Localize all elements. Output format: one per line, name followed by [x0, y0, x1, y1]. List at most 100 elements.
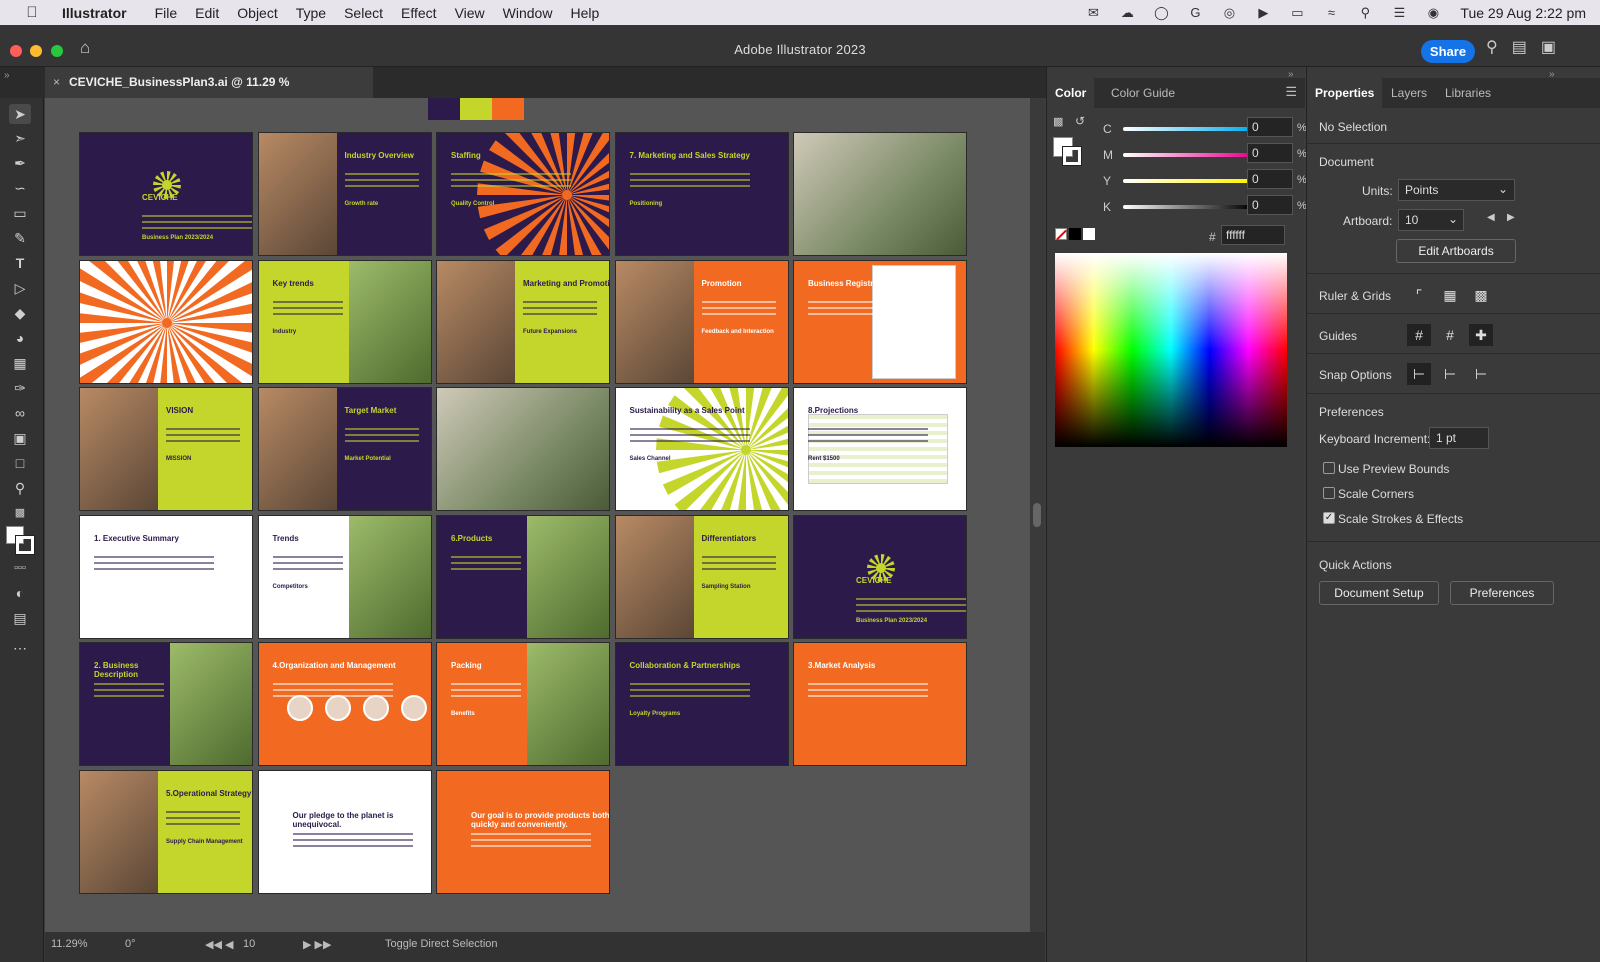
- color-stroke-swatch[interactable]: [1062, 146, 1082, 166]
- preferences-button[interactable]: Preferences: [1450, 581, 1554, 605]
- artboard-7[interactable]: Key trends Industry: [257, 259, 432, 384]
- apple-menu-icon[interactable]: : [22, 4, 42, 21]
- arrange-documents-icon[interactable]: ▤: [1512, 37, 1527, 57]
- tab-properties[interactable]: Properties: [1307, 78, 1383, 108]
- artboard-6[interactable]: [79, 259, 253, 384]
- curvature-tool-icon[interactable]: ∽: [9, 178, 31, 198]
- smart-guides-icon[interactable]: ✚: [1469, 324, 1493, 346]
- artboard-14[interactable]: Sustainability as a Sales Point Sales Cha…: [614, 387, 789, 511]
- reflect-tool-icon[interactable]: ▷: [9, 278, 31, 298]
- artboard-12[interactable]: Target Market Market Potential: [257, 387, 432, 511]
- artboard-17[interactable]: Trends Competitors: [257, 514, 432, 639]
- more-tools-icon[interactable]: ⋯: [9, 638, 31, 658]
- keyboard-increment-input[interactable]: 1 pt: [1429, 427, 1489, 449]
- lock-guides-icon[interactable]: #: [1438, 324, 1462, 346]
- artboard-22[interactable]: 4.Organization and Management: [257, 642, 432, 766]
- screen-mode-icon[interactable]: ▤: [9, 608, 31, 628]
- google-icon[interactable]: G: [1178, 5, 1212, 20]
- eyedropper-tool-icon[interactable]: ✑: [9, 378, 31, 398]
- tab-color[interactable]: Color: [1047, 78, 1095, 108]
- menu-view[interactable]: View: [455, 5, 485, 21]
- menu-help[interactable]: Help: [570, 5, 599, 21]
- black-value[interactable]: 0: [1247, 195, 1293, 215]
- airdrop-icon[interactable]: ◎: [1212, 5, 1246, 21]
- outlook-icon[interactable]: ✉: [1076, 5, 1110, 21]
- document-tab[interactable]: × CEVICHE_BusinessPlan3.ai @ 11.29 % (CM…: [45, 67, 373, 120]
- tab-layers[interactable]: Layers: [1383, 78, 1435, 108]
- wifi-icon[interactable]: ≈: [1314, 5, 1348, 20]
- menu-object[interactable]: Object: [237, 5, 277, 21]
- zoom-level[interactable]: 11.29%: [51, 938, 88, 950]
- close-tab-icon[interactable]: ×: [53, 67, 60, 98]
- menu-type[interactable]: Type: [296, 5, 326, 21]
- artboard-5[interactable]: [793, 132, 967, 256]
- collapse-panels-icon[interactable]: »: [1549, 69, 1555, 80]
- white-swatch[interactable]: [1083, 228, 1095, 240]
- share-button[interactable]: Share: [1421, 40, 1475, 63]
- rotate-view-angle[interactable]: 0°: [125, 938, 136, 950]
- menu-effect[interactable]: Effect: [401, 5, 437, 21]
- artboard-19[interactable]: Differentiators Sampling Station: [614, 514, 789, 639]
- clock[interactable]: Tue 29 Aug 2:22 pm: [1460, 5, 1586, 21]
- menu-window[interactable]: Window: [503, 5, 553, 21]
- siri-icon[interactable]: ◉: [1416, 5, 1450, 21]
- artboard-23[interactable]: Packing Benefits: [436, 642, 610, 766]
- snap-to-point-icon[interactable]: ⊢: [1407, 363, 1431, 385]
- scroll-thumb[interactable]: [1033, 503, 1041, 527]
- selection-tool-icon[interactable]: ➤: [9, 104, 31, 124]
- tab-color-guide[interactable]: Color Guide: [1103, 78, 1183, 108]
- menu-edit[interactable]: Edit: [195, 5, 219, 21]
- direct-selection-tool-icon[interactable]: ➣: [9, 128, 31, 148]
- magenta-value[interactable]: 0: [1247, 143, 1293, 163]
- snap-to-pixel-icon[interactable]: ⊢: [1438, 363, 1462, 385]
- artboard-next-icon[interactable]: ▶ ▶▶: [303, 938, 331, 951]
- scale-strokes-checkbox[interactable]: ✓: [1323, 512, 1335, 524]
- use-preview-bounds-checkbox[interactable]: [1323, 462, 1335, 474]
- snap-to-glyph-icon[interactable]: ⊢: [1469, 363, 1493, 385]
- artboard-4[interactable]: 7. Marketing and Sales Strategy Positioni…: [614, 132, 789, 256]
- artboard-tool-icon[interactable]: □: [9, 453, 31, 473]
- none-swatch[interactable]: [1055, 228, 1067, 241]
- artboard-21[interactable]: 2. Business Description: [79, 642, 253, 766]
- artboard-2[interactable]: Industry Overview Growth rate: [257, 132, 432, 256]
- document-setup-button[interactable]: Document Setup: [1319, 581, 1439, 605]
- width-tool-icon[interactable]: ◕: [9, 328, 31, 348]
- menu-file[interactable]: File: [155, 5, 178, 21]
- battery-icon[interactable]: ▭: [1280, 5, 1314, 21]
- artboard-8[interactable]: Marketing and Promotion Future Expansions: [436, 259, 610, 384]
- default-colors-icon[interactable]: ▩: [1053, 115, 1063, 128]
- transparency-grid-icon[interactable]: ▩: [1469, 284, 1493, 306]
- artboard-1[interactable]: CEVICHE Business Plan 2023/2024: [79, 132, 253, 256]
- artboard-3[interactable]: Staffing Quality Control: [436, 132, 610, 256]
- pen-tool-icon[interactable]: ✒: [9, 153, 31, 173]
- stroke-swatch[interactable]: [15, 535, 35, 555]
- rectangle-tool-icon[interactable]: ▭: [9, 203, 31, 223]
- shape-builder-tool-icon[interactable]: ▣: [9, 428, 31, 448]
- units-select[interactable]: Points ⌄: [1398, 179, 1515, 201]
- search-icon[interactable]: ⚲: [1348, 5, 1382, 21]
- eraser-tool-icon[interactable]: ◆: [9, 303, 31, 323]
- draw-mode-icon[interactable]: ◐: [9, 583, 31, 603]
- black-slider[interactable]: [1123, 205, 1251, 209]
- artboard-24[interactable]: Collaboration & Partnerships Loyalty Prog…: [614, 642, 789, 766]
- blend-tool-icon[interactable]: ∞: [9, 403, 31, 423]
- gradient-tool-icon[interactable]: ▦: [9, 353, 31, 373]
- show-guides-icon[interactable]: #: [1407, 324, 1431, 346]
- artboard-13[interactable]: [436, 387, 610, 511]
- collapse-toolbar-icon[interactable]: »: [4, 70, 10, 81]
- magenta-slider[interactable]: [1123, 153, 1251, 157]
- control-center-icon[interactable]: ☰: [1382, 5, 1416, 21]
- black-swatch[interactable]: [1069, 228, 1081, 240]
- app-menu[interactable]: Illustrator: [62, 5, 127, 21]
- scale-corners-checkbox[interactable]: [1323, 487, 1335, 499]
- artboard-number[interactable]: 10: [243, 938, 255, 950]
- next-artboard-icon[interactable]: ▶: [1507, 212, 1515, 223]
- grid-icon[interactable]: ▦: [1438, 284, 1462, 306]
- artboard-16[interactable]: 1. Executive Summary: [79, 514, 253, 639]
- previous-artboard-icon[interactable]: ◀: [1487, 212, 1495, 223]
- artboard-select[interactable]: 10 ⌄: [1398, 209, 1464, 231]
- ruler-icon[interactable]: ⌜: [1407, 284, 1431, 306]
- default-fill-stroke-icon[interactable]: ▩: [9, 503, 31, 523]
- artboard-9[interactable]: Promotion Feedback and Interaction: [614, 259, 789, 384]
- artboard-15[interactable]: 8.Projections Rent $1500: [793, 387, 967, 511]
